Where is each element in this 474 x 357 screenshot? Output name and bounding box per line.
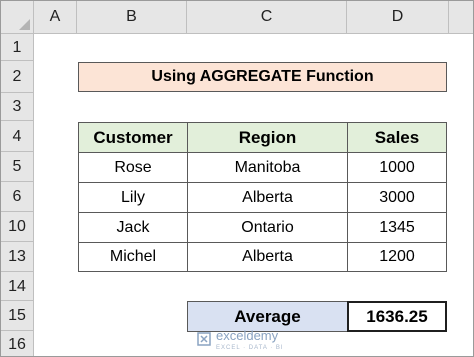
table-cell-region[interactable]: Manitoba — [187, 152, 348, 183]
table-cell-region[interactable]: Alberta — [187, 182, 348, 213]
table-cell-customer[interactable]: Rose — [78, 152, 188, 183]
table-cell-region[interactable]: Ontario — [187, 212, 348, 243]
table-header-customer[interactable]: Customer — [78, 122, 188, 153]
watermark-tagline: EXCEL · DATA · BI — [216, 345, 284, 351]
exceldemy-logo-icon — [197, 332, 211, 346]
row-header-10[interactable]: 10 — [1, 212, 33, 242]
column-header-d[interactable]: D — [347, 1, 449, 33]
row-header-15[interactable]: 15 — [1, 301, 33, 331]
table-cell-customer[interactable]: Michel — [78, 242, 188, 272]
row-header-3[interactable]: 3 — [1, 93, 33, 121]
select-all-corner[interactable] — [1, 1, 34, 33]
row-header-13[interactable]: 13 — [1, 242, 33, 272]
table-cell-sales[interactable]: 1200 — [347, 242, 447, 272]
watermark-name: exceldemy — [216, 328, 279, 343]
table-cell-customer[interactable]: Lily — [78, 182, 188, 213]
row-header-16[interactable]: 16 — [1, 331, 33, 356]
table-header-region[interactable]: Region — [187, 122, 348, 153]
table-cell-region[interactable]: Alberta — [187, 242, 348, 272]
row-header-6[interactable]: 6 — [1, 182, 33, 212]
row-header-4[interactable]: 4 — [1, 121, 33, 152]
table-header-sales[interactable]: Sales — [347, 122, 447, 153]
spreadsheet: A B C D 1 2 3 4 5 6 10 13 14 15 16 Using… — [0, 0, 474, 357]
watermark-text: exceldemy EXCEL · DATA · BI — [216, 327, 284, 351]
column-header-a[interactable]: A — [34, 1, 77, 33]
row-header-1[interactable]: 1 — [1, 34, 33, 61]
row-header-14[interactable]: 14 — [1, 272, 33, 301]
column-header-c[interactable]: C — [187, 1, 347, 33]
table-cell-sales[interactable]: 1345 — [347, 212, 447, 243]
table-cell-customer[interactable]: Jack — [78, 212, 188, 243]
table-cell-sales[interactable]: 1000 — [347, 152, 447, 183]
average-value-cell[interactable]: 1636.25 — [347, 301, 447, 332]
select-all-icon — [19, 19, 30, 30]
column-header-b[interactable]: B — [77, 1, 187, 33]
row-header-2[interactable]: 2 — [1, 61, 33, 93]
row-header-5[interactable]: 5 — [1, 152, 33, 182]
exceldemy-watermark: exceldemy EXCEL · DATA · BI — [196, 325, 284, 353]
table-cell-sales[interactable]: 3000 — [347, 182, 447, 213]
sheet-title[interactable]: Using AGGREGATE Function — [78, 62, 447, 92]
